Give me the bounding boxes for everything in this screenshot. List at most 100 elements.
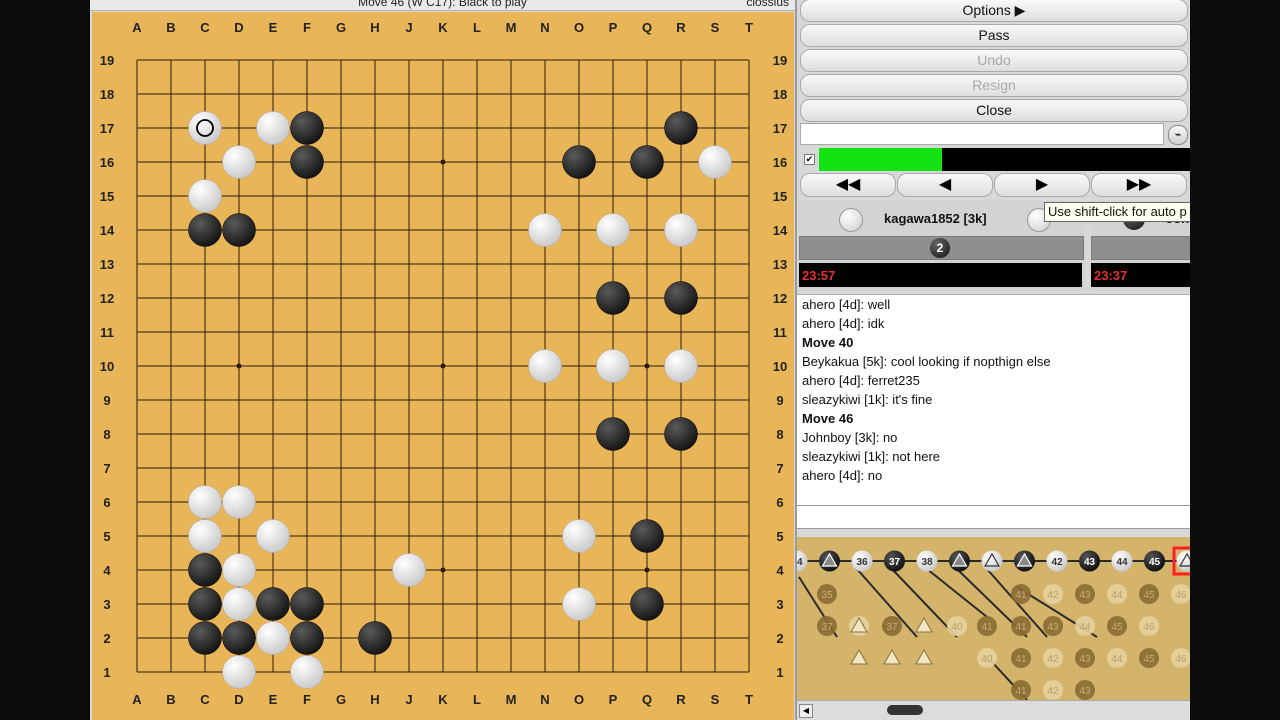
prev-move-button[interactable]: ◀ [897, 173, 993, 197]
white-stone [528, 349, 562, 383]
tree-node[interactable]: 34 [797, 550, 808, 572]
variation-node[interactable]: 46 [1171, 648, 1190, 668]
variation-node[interactable]: 41 [1011, 680, 1031, 700]
go-client-window: Move 46 (W C17): Black to play clossius … [90, 0, 1190, 720]
variation-node[interactable]: 43 [1075, 680, 1095, 700]
variation-node[interactable]: 41 [977, 616, 997, 636]
chat-log[interactable]: ahero [4d]: well ahero [4d]: idk Move 40 Be… [797, 294, 1190, 505]
variation-node[interactable]: 42 [1043, 648, 1063, 668]
game-tree-canvas[interactable]: 34 36 37 38 42 43 44 45 35 37 40 37 40 41 41 42 43 44 45 46… [797, 537, 1190, 700]
resign-button[interactable]: Resign [800, 74, 1188, 97]
row-label: 19 [100, 53, 114, 68]
row-label: 2 [103, 631, 110, 646]
variation-node[interactable]: 45 [1139, 584, 1159, 604]
game-tree[interactable]: 34 36 37 38 42 43 44 45 35 37 40 37 40 41 41 42 43 44 45 46… [797, 537, 1190, 700]
variation-node[interactable]: 44 [1075, 616, 1095, 636]
tree-node-label: 41 [1015, 622, 1027, 633]
tree-node[interactable]: 38 [916, 550, 938, 572]
tree-node[interactable] [1014, 550, 1035, 572]
variation-node[interactable]: 40 [947, 616, 967, 636]
row-label: 13 [100, 257, 114, 272]
variation-node[interactable]: 42 [1043, 680, 1063, 700]
white-stone [222, 553, 256, 587]
command-send-icon[interactable]: ⌁ [1168, 125, 1188, 145]
tree-node-label: 41 [1015, 590, 1027, 601]
first-move-button[interactable]: ◀◀ [800, 173, 896, 197]
variation-node[interactable]: 46 [1139, 616, 1159, 636]
tree-node[interactable]: 44 [1111, 550, 1133, 572]
variation-node[interactable]: 44 [1107, 648, 1127, 668]
black-stone [222, 213, 256, 247]
variation-node[interactable]: 43 [1043, 616, 1063, 636]
variation-node[interactable]: 41 [1011, 584, 1031, 604]
tree-node[interactable] [981, 550, 1003, 572]
triangle-marker [915, 648, 933, 665]
move-progress-bar[interactable] [819, 148, 1190, 171]
board-canvas[interactable]: AABBCCDDEEFFGGHHJJKKLLMMNNOOPPQQRRSSTT19… [92, 12, 794, 720]
variation-node[interactable]: 46 [1171, 584, 1190, 604]
chat-input[interactable] [797, 505, 1190, 529]
black-stone [630, 145, 664, 179]
variation-node[interactable]: 42 [1043, 584, 1063, 604]
tree-node[interactable]: 43 [1079, 550, 1100, 572]
variation-node[interactable]: 35 [817, 584, 837, 604]
go-board[interactable]: A A B B C C D D E E F F G G H H J J K K L L M M N N O O P P Q Q R R S S T T 19… [92, 12, 794, 720]
variation-node[interactable]: 37 [817, 616, 837, 636]
auto-checkbox[interactable]: ✔ [804, 154, 815, 165]
variation-node[interactable]: 45 [1107, 616, 1127, 636]
undo-button[interactable]: Undo [800, 49, 1188, 72]
pass-button[interactable]: Pass [800, 24, 1188, 47]
white-stone [222, 587, 256, 621]
tree-node[interactable]: 36 [851, 550, 873, 572]
scroll-thumb[interactable] [887, 705, 923, 715]
column-label: H [370, 20, 379, 35]
row-label: 3 [103, 597, 110, 612]
variation-node[interactable]: 45 [1139, 648, 1159, 668]
row-label: 3 [776, 597, 783, 612]
variation-node[interactable]: 40 [977, 648, 997, 668]
white-captures-bar: 2 [799, 236, 1084, 260]
row-label: 6 [103, 495, 110, 510]
row-label: 11 [773, 325, 787, 340]
row-label: 9 [103, 393, 110, 408]
scroll-left-icon[interactable]: ◀ [799, 704, 813, 718]
tree-node-label: 45 [1143, 590, 1155, 601]
column-label: G [336, 20, 346, 35]
tree-node-label: 46 [1175, 590, 1187, 601]
last-move-button[interactable]: ▶▶ [1091, 173, 1187, 197]
column-label: L [473, 20, 481, 35]
black-stone [596, 417, 630, 451]
tree-node-label: 42 [1047, 590, 1059, 601]
white-stone [664, 349, 698, 383]
star-point [236, 363, 242, 369]
row-label: 8 [776, 427, 783, 442]
variation-node[interactable]: 43 [1075, 584, 1095, 604]
move-progress-fill [819, 148, 943, 171]
command-input[interactable] [800, 123, 1164, 145]
triangle-marker [850, 648, 868, 665]
next-move-button[interactable]: ▶ [994, 173, 1090, 197]
tree-node[interactable] [949, 550, 970, 572]
row-label: 7 [776, 461, 783, 476]
chat-message: sleazykiwi [1k]: it's fine [802, 392, 933, 407]
row-label: 10 [773, 359, 787, 374]
game-tree-scrollbar[interactable]: ◀ [797, 700, 1190, 720]
tree-node[interactable] [819, 550, 840, 572]
tree-node[interactable]: 37 [884, 550, 905, 572]
variation-node[interactable]: 41 [1011, 648, 1031, 668]
tree-node[interactable]: 45 [1144, 550, 1165, 572]
options-button[interactable]: Options ▶ [800, 0, 1188, 22]
row-label: 5 [776, 529, 783, 544]
tree-node[interactable]: 42 [1046, 550, 1068, 572]
tree-node-label: 45 [1111, 622, 1123, 633]
row-label: 14 [773, 223, 788, 238]
variation-node[interactable]: 44 [1107, 584, 1127, 604]
tree-node-label: 42 [1047, 686, 1059, 697]
variation-node[interactable]: 41 [1011, 616, 1031, 636]
variation-node[interactable]: 37 [882, 616, 902, 636]
tree-node-label: 44 [1111, 590, 1123, 601]
column-label: T [745, 20, 753, 35]
close-button[interactable]: Close [800, 99, 1188, 122]
tree-node-label: 41 [981, 622, 993, 633]
variation-node[interactable]: 43 [1075, 648, 1095, 668]
